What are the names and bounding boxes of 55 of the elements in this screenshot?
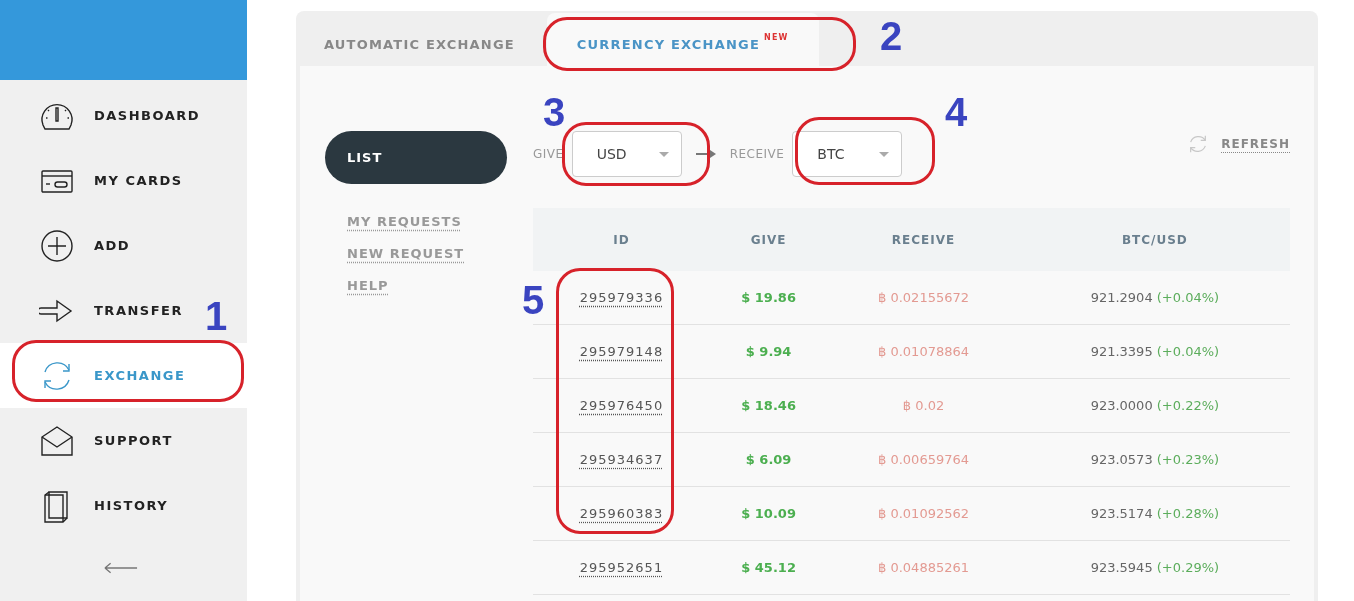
sidebar-item[interactable]: HISTORY <box>0 473 195 538</box>
receive-amount: ฿ 0.01078864 <box>878 344 969 359</box>
rate-value: 923.5174 <box>1090 506 1153 521</box>
rate-change: (+0.29%) <box>1156 560 1220 575</box>
sidebar-item[interactable]: TRANSFER <box>0 278 195 343</box>
column-header: ID <box>533 208 710 271</box>
back-arrow-icon[interactable] <box>104 562 138 574</box>
caret-icon <box>879 151 890 157</box>
give-amount: $ 18.46 <box>741 398 796 413</box>
rate-value: 921.3395 <box>1090 344 1153 359</box>
annotation-number: 4 <box>945 92 968 132</box>
request-id-link[interactable]: 295952651 <box>579 560 664 575</box>
receive-currency-dropdown[interactable]: BTC <box>792 131 903 177</box>
receive-amount: ฿ 0.01092562 <box>878 506 969 521</box>
rate-value: 923.0573 <box>1090 452 1153 467</box>
request-id-link[interactable]: 295979336 <box>579 290 664 305</box>
annotation-number: 3 <box>543 92 566 132</box>
column-header: RECEIVE <box>827 208 1020 271</box>
give-currency-dropdown[interactable]: USD <box>571 131 682 177</box>
sidebar-item[interactable]: ADD <box>0 213 195 278</box>
caret-icon <box>658 151 669 157</box>
give-amount: $ 45.12 <box>741 560 796 575</box>
annotation-number: 5 <box>522 280 545 320</box>
sidebar-item[interactable]: MY CARDS <box>0 148 195 213</box>
rate-value: 923.5945 <box>1090 560 1153 575</box>
give-amount: $ 10.09 <box>741 506 796 521</box>
arrow-icon <box>695 149 716 159</box>
rate-change: (+0.22%) <box>1156 398 1220 413</box>
give-amount: $ 6.09 <box>745 452 792 467</box>
rate-change: (+0.28%) <box>1156 506 1220 521</box>
receive-amount: ฿ 0.02155672 <box>878 290 969 305</box>
rate-change: (+0.23%) <box>1156 452 1220 467</box>
rate-change: (+0.04%) <box>1156 290 1220 305</box>
receive-label: RECEIVE <box>729 147 785 161</box>
request-id-link[interactable]: 295976450 <box>579 398 664 413</box>
receive-amount: ฿ 0.00659764 <box>878 452 969 467</box>
column-header: BTC/USD <box>1019 208 1290 271</box>
give-amount: $ 9.94 <box>745 344 792 359</box>
request-id-link[interactable]: 295979148 <box>579 344 664 359</box>
give-label: GIVE <box>533 147 564 161</box>
rate-value: 923.0000 <box>1090 398 1153 413</box>
annotation-number: 2 <box>880 16 903 56</box>
sidebar-item[interactable]: SUPPORT <box>0 408 195 473</box>
give-amount: $ 19.86 <box>741 290 796 305</box>
tab[interactable]: CURRENCY EXCHANGE $^{NEW}$ <box>546 13 819 66</box>
nav-link[interactable]: LIST <box>325 131 507 184</box>
receive-amount: ฿ 0.04885261 <box>878 560 969 575</box>
rate-value: 921.2904 <box>1090 290 1153 305</box>
request-id-link[interactable]: 295934637 <box>579 452 664 467</box>
receive-amount: ฿ 0.02 <box>902 398 945 413</box>
column-header: GIVE <box>709 208 828 271</box>
rate-change: (+0.04%) <box>1156 344 1220 359</box>
plus-icon <box>39 227 75 264</box>
annotation-number: 1 <box>205 296 228 336</box>
request-id-link[interactable]: 295960383 <box>579 506 664 521</box>
